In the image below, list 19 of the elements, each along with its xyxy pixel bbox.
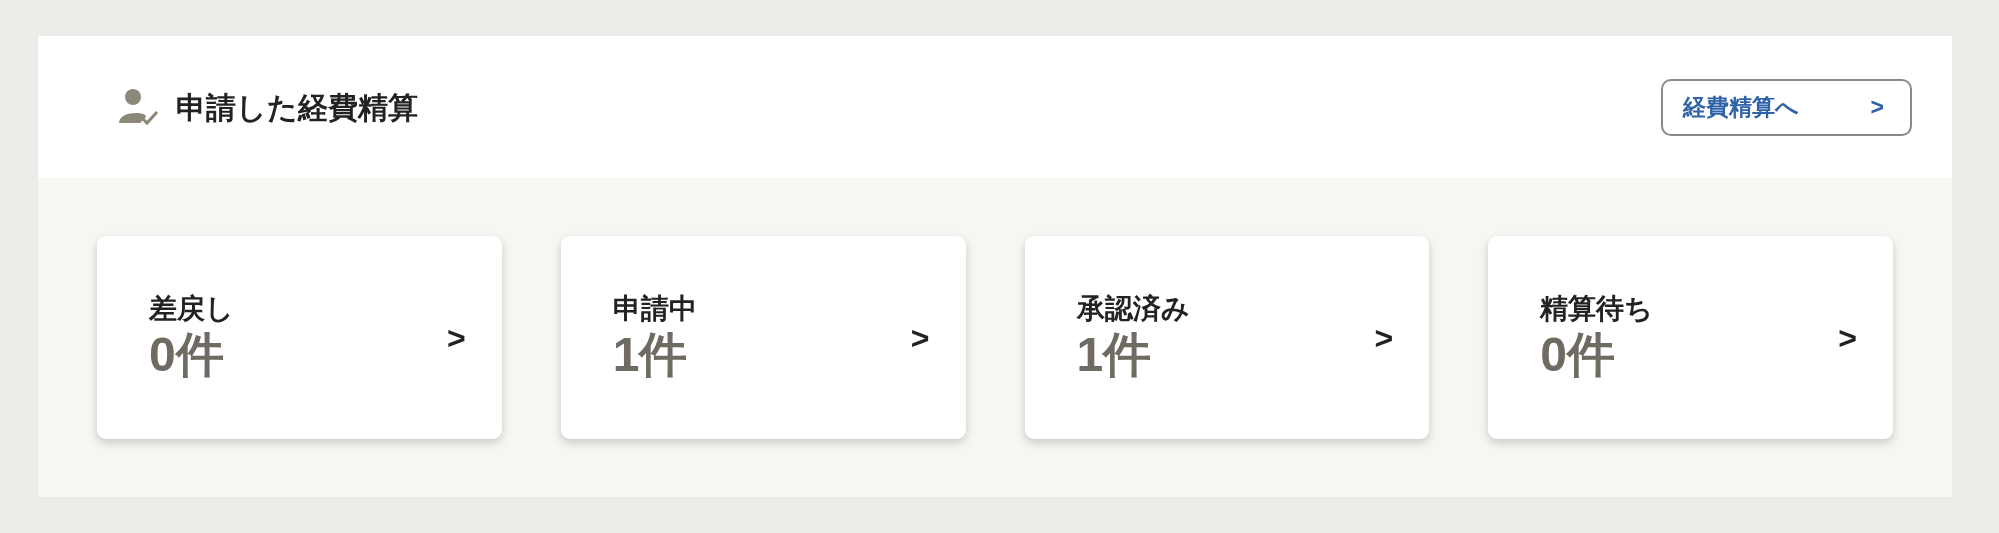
chevron-icon: > xyxy=(1838,313,1857,362)
status-label: 申請中 xyxy=(612,291,697,326)
user-check-icon xyxy=(116,87,160,127)
chevron-icon: > xyxy=(910,313,930,362)
expense-settlement-link[interactable]: 経費精算へ > xyxy=(1661,78,1912,136)
status-count: 1件 xyxy=(1076,326,1153,383)
status-label: 承認済み xyxy=(1076,291,1190,326)
status-card[interactable]: 申請中 1件 > xyxy=(560,236,966,439)
status-label: 差戻し xyxy=(149,291,234,326)
status-card[interactable]: 承認済み 1件 > xyxy=(1024,236,1430,439)
status-count: 1件 xyxy=(612,326,689,383)
status-label: 精算待ち xyxy=(1540,291,1654,326)
status-card[interactable]: 精算待ち 0件 > xyxy=(1488,236,1893,439)
panel-title: 申請した経費精算 xyxy=(176,89,418,126)
status-count: 0件 xyxy=(1540,326,1616,383)
status-count: 0件 xyxy=(149,326,225,383)
status-card[interactable]: 差戻し 0件 > xyxy=(97,236,502,439)
chevron-icon: > xyxy=(447,313,466,362)
chevron-icon: > xyxy=(1374,313,1394,362)
